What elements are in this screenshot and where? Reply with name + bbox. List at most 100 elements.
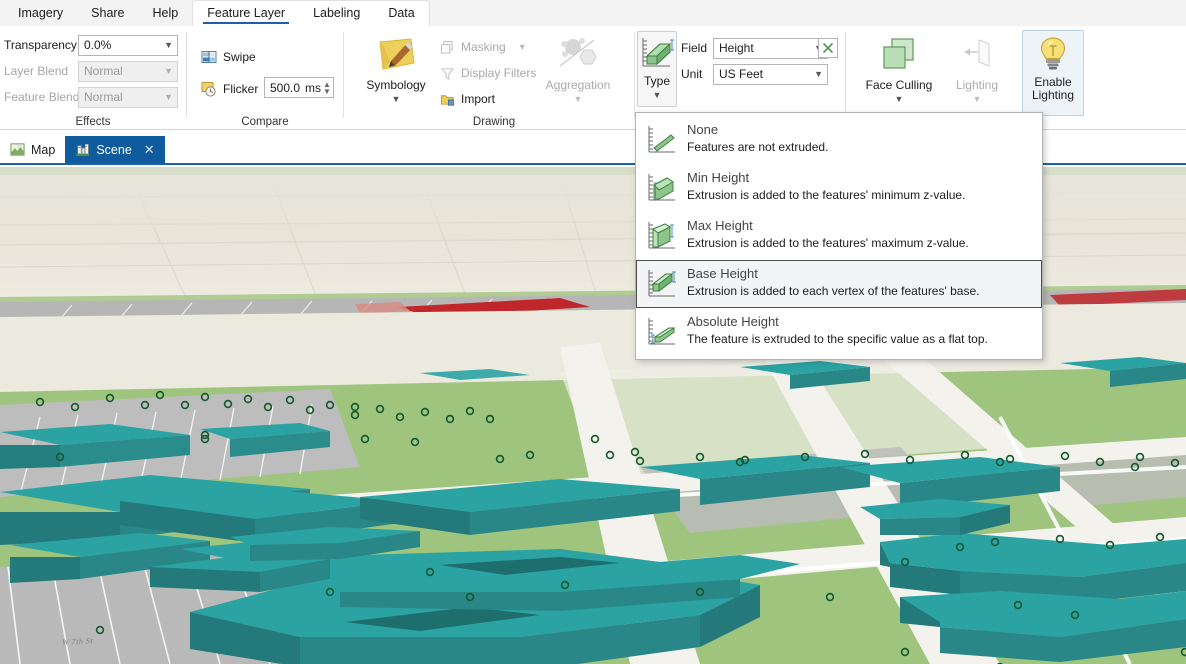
symbology-button[interactable]: Symbology ▼: [360, 32, 432, 106]
face-culling-icon: [877, 36, 921, 76]
ribbon-tab-feature-layer[interactable]: Feature Layer: [193, 0, 299, 26]
swipe-icon: [201, 49, 217, 65]
face-culling-button[interactable]: Face Culling ▼: [862, 32, 936, 106]
layer-blend-combobox: Normal ▼: [78, 61, 178, 82]
spinner-down-icon[interactable]: ▼: [323, 88, 331, 95]
menu-item-none-title: None: [687, 122, 828, 138]
close-icon[interactable]: ✕: [144, 142, 155, 158]
swipe-label: Swipe: [223, 50, 256, 64]
extrusion-type-label: Type: [644, 75, 670, 88]
extrusion-field-value: Height: [719, 41, 754, 55]
arcgis-pro-window: Imagery Share Help Feature Layer Labelin…: [0, 0, 1186, 664]
extrusion-base-height-icon: [645, 267, 679, 301]
set-extrusion-expression-button[interactable]: [818, 38, 838, 58]
display-filters-button: Display Filters: [440, 62, 536, 84]
swipe-button[interactable]: Swipe: [201, 46, 256, 68]
feature-blend-combobox: Normal ▼: [78, 87, 178, 108]
menu-item-max-height-title: Max Height: [687, 218, 969, 234]
group-label-effects: Effects: [0, 116, 186, 128]
feature-blend-value: Normal: [84, 90, 123, 104]
ribbon-tab-help[interactable]: Help: [139, 0, 193, 26]
unit-label: Unit: [681, 67, 713, 81]
field-label: Field: [681, 41, 713, 55]
ribbon-group-compare: Swipe Flicker 500.0 ms ▲ ▼ Compa: [187, 26, 343, 130]
extrusion-none-icon: [645, 123, 679, 157]
menu-item-absolute-height-text: Absolute Height The feature is extruded …: [687, 314, 988, 347]
menu-item-max-height[interactable]: Max Height Extrusion is added to the fea…: [636, 212, 1042, 260]
lightbulb-icon: [1035, 35, 1071, 73]
extrusion-field-combobox[interactable]: Height ▼: [713, 38, 828, 59]
extrusion-unit-combobox[interactable]: US Feet ▼: [713, 64, 828, 85]
flicker-icon: [201, 81, 217, 97]
menu-item-min-height-title: Min Height: [687, 170, 965, 186]
menu-item-base-height[interactable]: Base Height Extrusion is added to each v…: [636, 260, 1042, 308]
flicker-duration-spinner[interactable]: 500.0 ms ▲ ▼: [264, 77, 334, 98]
transparency-row: Transparency 0.0% ▼: [4, 35, 178, 55]
chevron-down-icon: ▼: [574, 93, 583, 106]
menu-item-absolute-height-title: Absolute Height: [687, 314, 988, 330]
enable-lighting-toggle[interactable]: Enable Lighting: [1022, 30, 1084, 116]
menu-item-absolute-height[interactable]: Absolute Height The feature is extruded …: [636, 308, 1042, 356]
symbology-label: Symbology: [366, 79, 425, 92]
layer-blend-value: Normal: [84, 64, 123, 78]
ribbon-tab-data[interactable]: Data: [374, 0, 428, 26]
menu-item-min-height[interactable]: Min Height Extrusion is added to the fea…: [636, 164, 1042, 212]
menu-item-none-desc: Features are not extruded.: [687, 139, 828, 155]
transparency-value: 0.0%: [84, 38, 111, 52]
flicker-label: Flicker: [223, 82, 258, 96]
menu-item-none-text: None Features are not extruded.: [687, 122, 828, 155]
flicker-button[interactable]: Flicker: [201, 78, 258, 100]
masking-button: Masking ▼: [440, 36, 527, 58]
display-filters-label: Display Filters: [461, 66, 536, 80]
ribbon-tab-imagery[interactable]: Imagery: [4, 0, 77, 26]
layer-blend-label: Layer Blend: [4, 64, 76, 78]
menu-item-min-height-desc: Extrusion is added to the features' mini…: [687, 187, 965, 203]
feature-blend-label: Feature Blend: [4, 90, 76, 104]
ribbon-tab-labeling[interactable]: Labeling: [299, 0, 374, 26]
map-icon: [10, 142, 25, 157]
aggregation-icon: [556, 36, 600, 76]
menu-item-absolute-height-desc: The feature is extruded to the specific …: [687, 331, 988, 347]
street-label: W 7th St: [62, 636, 94, 647]
chevron-down-icon[interactable]: ▼: [895, 93, 904, 106]
view-tab-scene-label: Scene: [96, 143, 131, 157]
extrusion-field-row: Field Height ▼: [681, 38, 828, 58]
ribbon-group-effects: Transparency 0.0% ▼ Layer Blend Normal ▼…: [0, 26, 186, 130]
extrusion-type-button[interactable]: Type ▼: [637, 31, 677, 107]
lighting-icon: [955, 36, 999, 76]
masking-icon: [440, 40, 455, 55]
chevron-down-icon[interactable]: ▼: [392, 93, 401, 106]
spinner-arrows[interactable]: ▲ ▼: [321, 78, 333, 97]
menu-item-max-height-text: Max Height Extrusion is added to the fea…: [687, 218, 969, 251]
ribbon-tab-share[interactable]: Share: [77, 0, 138, 26]
ribbon-group-drawing: Symbology ▼ Masking ▼ Display Filters: [344, 26, 634, 130]
extrusion-max-height-icon: [645, 219, 679, 253]
aggregation-button: Aggregation ▼: [540, 32, 616, 106]
view-tab-map[interactable]: Map: [0, 136, 65, 163]
contextual-tab-group: Feature Layer Labeling Data: [192, 0, 430, 26]
symbology-icon: [374, 36, 418, 76]
menu-item-base-height-text: Base Height Extrusion is added to each v…: [687, 266, 979, 299]
menu-item-base-height-title: Base Height: [687, 266, 979, 282]
lighting-label: Lighting: [956, 79, 998, 92]
chevron-down-icon[interactable]: ▼: [653, 89, 662, 102]
view-tab-map-label: Map: [31, 143, 55, 157]
extrusion-unit-row: Unit US Feet ▼: [681, 64, 828, 84]
feature-blend-row: Feature Blend Normal ▼: [4, 87, 178, 107]
menu-item-max-height-desc: Extrusion is added to the features' maxi…: [687, 235, 969, 251]
chevron-down-icon: ▼: [518, 43, 527, 52]
face-culling-label: Face Culling: [866, 79, 933, 92]
flicker-unit: ms: [305, 81, 321, 95]
menu-item-none[interactable]: None Features are not extruded.: [636, 116, 1042, 164]
view-tab-scene[interactable]: Scene ✕: [65, 136, 164, 163]
masking-label: Masking: [461, 40, 506, 54]
extrusion-type-menu[interactable]: None Features are not extruded.: [635, 112, 1043, 360]
import-icon: [440, 92, 455, 107]
chevron-down-icon: ▼: [164, 93, 173, 102]
menu-item-min-height-text: Min Height Extrusion is added to the fea…: [687, 170, 965, 203]
transparency-combobox[interactable]: 0.0% ▼: [78, 35, 178, 56]
layer-blend-row: Layer Blend Normal ▼: [4, 61, 178, 81]
extrusion-min-height-icon: [645, 171, 679, 205]
import-button[interactable]: Import: [440, 88, 495, 110]
chevron-down-icon: ▼: [973, 93, 982, 106]
